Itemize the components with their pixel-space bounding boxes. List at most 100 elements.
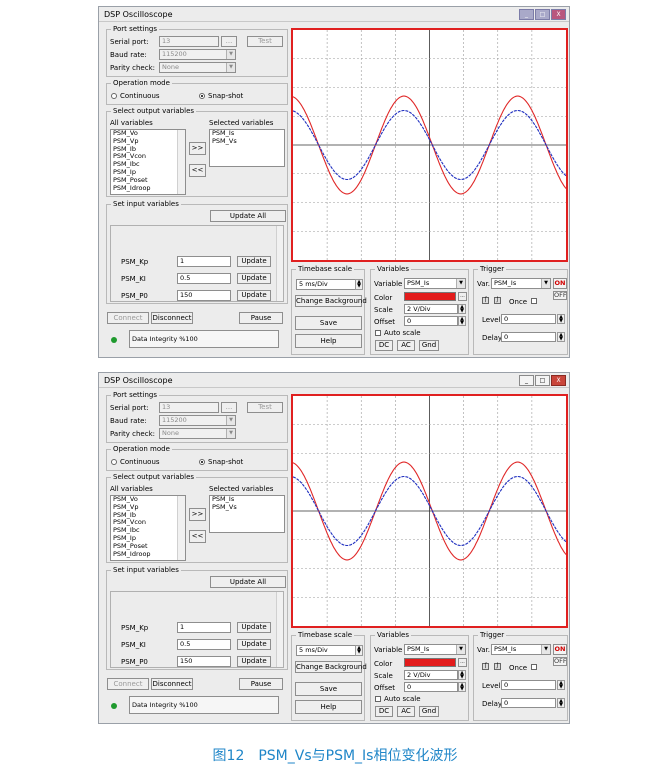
input-variable-field[interactable]: 0.5 bbox=[177, 639, 231, 650]
save-button[interactable]: Save bbox=[295, 316, 362, 330]
scrollbar[interactable] bbox=[276, 592, 283, 667]
update-button[interactable]: Update bbox=[237, 290, 271, 301]
close-button[interactable]: X bbox=[551, 9, 566, 20]
update-button[interactable]: Update bbox=[237, 639, 271, 650]
continuous-radio[interactable] bbox=[111, 93, 117, 99]
update-button[interactable]: Update bbox=[237, 273, 271, 284]
connect-button[interactable]: Connect bbox=[107, 312, 149, 324]
timebase-field[interactable]: 5 ms/Div bbox=[296, 645, 356, 656]
offset-spinner[interactable]: ▲ ▼ bbox=[458, 682, 466, 692]
trigger-off-button[interactable]: OFF bbox=[553, 657, 567, 666]
save-button[interactable]: Save bbox=[295, 682, 362, 696]
color-picker-button[interactable]: ... bbox=[458, 292, 467, 301]
scrollbar[interactable] bbox=[177, 130, 185, 194]
trigger-on-button[interactable]: ON bbox=[553, 278, 567, 289]
update-all-button[interactable]: Update All bbox=[210, 576, 286, 588]
close-button[interactable]: X bbox=[551, 375, 566, 386]
variable-select[interactable]: PSM_Is ▼ bbox=[404, 278, 466, 289]
color-picker-button[interactable]: ... bbox=[458, 658, 467, 667]
list-item[interactable]: PSM_Idroop bbox=[111, 550, 185, 559]
trigger-var-select[interactable]: PSM_Is ▼ bbox=[491, 644, 551, 655]
snapshot-radio[interactable] bbox=[199, 93, 205, 99]
parity-select[interactable]: None ▼ bbox=[159, 62, 236, 73]
pause-button[interactable]: Pause bbox=[239, 678, 283, 690]
dc-coupling-button[interactable]: DC bbox=[375, 340, 393, 351]
trigger-var-select[interactable]: PSM_Is ▼ bbox=[491, 278, 551, 289]
minimize-button[interactable]: _ bbox=[519, 375, 534, 386]
list-item[interactable]: PSM_Idroop bbox=[111, 184, 185, 193]
timebase-spinner[interactable]: ▲ ▼ bbox=[355, 645, 363, 656]
color-swatch[interactable] bbox=[404, 292, 456, 301]
timebase-field[interactable]: 5 ms/Div bbox=[296, 279, 356, 290]
update-button[interactable]: Update bbox=[237, 622, 271, 633]
delay-spinner[interactable]: ▲ ▼ bbox=[557, 332, 565, 342]
scale-field[interactable]: 2 V/Div bbox=[404, 304, 458, 314]
rising-edge-icon[interactable]: ⌠ bbox=[482, 663, 489, 670]
serial-port-field[interactable]: 13 bbox=[159, 36, 219, 47]
disconnect-button[interactable]: Disconnect bbox=[151, 678, 193, 690]
minimize-button[interactable]: _ bbox=[519, 9, 534, 20]
ac-coupling-button[interactable]: AC bbox=[397, 340, 415, 351]
snapshot-radio[interactable] bbox=[199, 459, 205, 465]
update-button[interactable]: Update bbox=[237, 656, 271, 667]
test-button[interactable]: Test bbox=[247, 402, 283, 413]
color-swatch[interactable] bbox=[404, 658, 456, 667]
gnd-coupling-button[interactable]: Gnd bbox=[419, 706, 439, 717]
level-field[interactable]: 0 bbox=[501, 314, 556, 324]
disconnect-button[interactable]: Disconnect bbox=[151, 312, 193, 324]
update-button[interactable]: Update bbox=[237, 256, 271, 267]
selected-variables-list[interactable]: PSM_Is PSM_Vs bbox=[209, 495, 285, 533]
remove-variable-button[interactable]: << bbox=[189, 164, 206, 177]
browse-port-button[interactable]: ... bbox=[221, 36, 237, 47]
selected-variables-list[interactable]: PSM_Is PSM_Vs bbox=[209, 129, 285, 167]
gnd-coupling-button[interactable]: Gnd bbox=[419, 340, 439, 351]
level-spinner[interactable]: ▲ ▼ bbox=[557, 314, 565, 324]
once-checkbox[interactable] bbox=[531, 298, 537, 304]
timebase-spinner[interactable]: ▲ ▼ bbox=[355, 279, 363, 290]
trigger-off-button[interactable]: OFF bbox=[553, 291, 567, 300]
ac-coupling-button[interactable]: AC bbox=[397, 706, 415, 717]
delay-field[interactable]: 0 bbox=[501, 332, 556, 342]
add-variable-button[interactable]: >> bbox=[189, 508, 206, 521]
delay-spinner[interactable]: ▲ ▼ bbox=[557, 698, 565, 708]
autoscale-checkbox[interactable] bbox=[375, 696, 381, 702]
update-all-button[interactable]: Update All bbox=[210, 210, 286, 222]
variable-select[interactable]: PSM_Is ▼ bbox=[404, 644, 466, 655]
all-variables-list[interactable]: PSM_Vo PSM_Vp PSM_Ib PSM_Vcon PSM_Ibc PSM_Ip P… bbox=[110, 495, 186, 561]
level-field[interactable]: 0 bbox=[501, 680, 556, 690]
input-variable-field[interactable]: 150 bbox=[177, 656, 231, 667]
maximize-button[interactable]: □ bbox=[535, 9, 550, 20]
list-item[interactable]: PSM_Vs bbox=[210, 503, 284, 512]
autoscale-checkbox[interactable] bbox=[375, 330, 381, 336]
pause-button[interactable]: Pause bbox=[239, 312, 283, 324]
scale-spinner[interactable]: ▲ ▼ bbox=[458, 670, 466, 680]
maximize-button[interactable]: □ bbox=[535, 375, 550, 386]
help-button[interactable]: Help bbox=[295, 334, 362, 348]
baud-rate-select[interactable]: 115200 ▼ bbox=[159, 415, 236, 426]
level-spinner[interactable]: ▲ ▼ bbox=[557, 680, 565, 690]
change-background-button[interactable]: Change Background bbox=[295, 661, 367, 673]
input-variable-field[interactable]: 0.5 bbox=[177, 273, 231, 284]
falling-edge-icon[interactable]: ⌡ bbox=[494, 297, 501, 304]
remove-variable-button[interactable]: << bbox=[189, 530, 206, 543]
offset-field[interactable]: 0 bbox=[404, 316, 458, 326]
change-background-button[interactable]: Change Background bbox=[295, 295, 367, 307]
parity-select[interactable]: None ▼ bbox=[159, 428, 236, 439]
input-variable-field[interactable]: 150 bbox=[177, 290, 231, 301]
trigger-on-button[interactable]: ON bbox=[553, 644, 567, 655]
list-item[interactable]: PSM_Vs bbox=[210, 137, 284, 146]
input-variable-field[interactable]: 1 bbox=[177, 256, 231, 267]
test-button[interactable]: Test bbox=[247, 36, 283, 47]
add-variable-button[interactable]: >> bbox=[189, 142, 206, 155]
falling-edge-icon[interactable]: ⌡ bbox=[494, 663, 501, 670]
all-variables-list[interactable]: PSM_Vo PSM_Vp PSM_Ib PSM_Vcon PSM_Ibc PSM_Ip P… bbox=[110, 129, 186, 195]
scale-spinner[interactable]: ▲ ▼ bbox=[458, 304, 466, 314]
serial-port-field[interactable]: 13 bbox=[159, 402, 219, 413]
dc-coupling-button[interactable]: DC bbox=[375, 706, 393, 717]
once-checkbox[interactable] bbox=[531, 664, 537, 670]
help-button[interactable]: Help bbox=[295, 700, 362, 714]
scrollbar[interactable] bbox=[177, 496, 185, 560]
scale-field[interactable]: 2 V/Div bbox=[404, 670, 458, 680]
delay-field[interactable]: 0 bbox=[501, 698, 556, 708]
input-variable-field[interactable]: 1 bbox=[177, 622, 231, 633]
